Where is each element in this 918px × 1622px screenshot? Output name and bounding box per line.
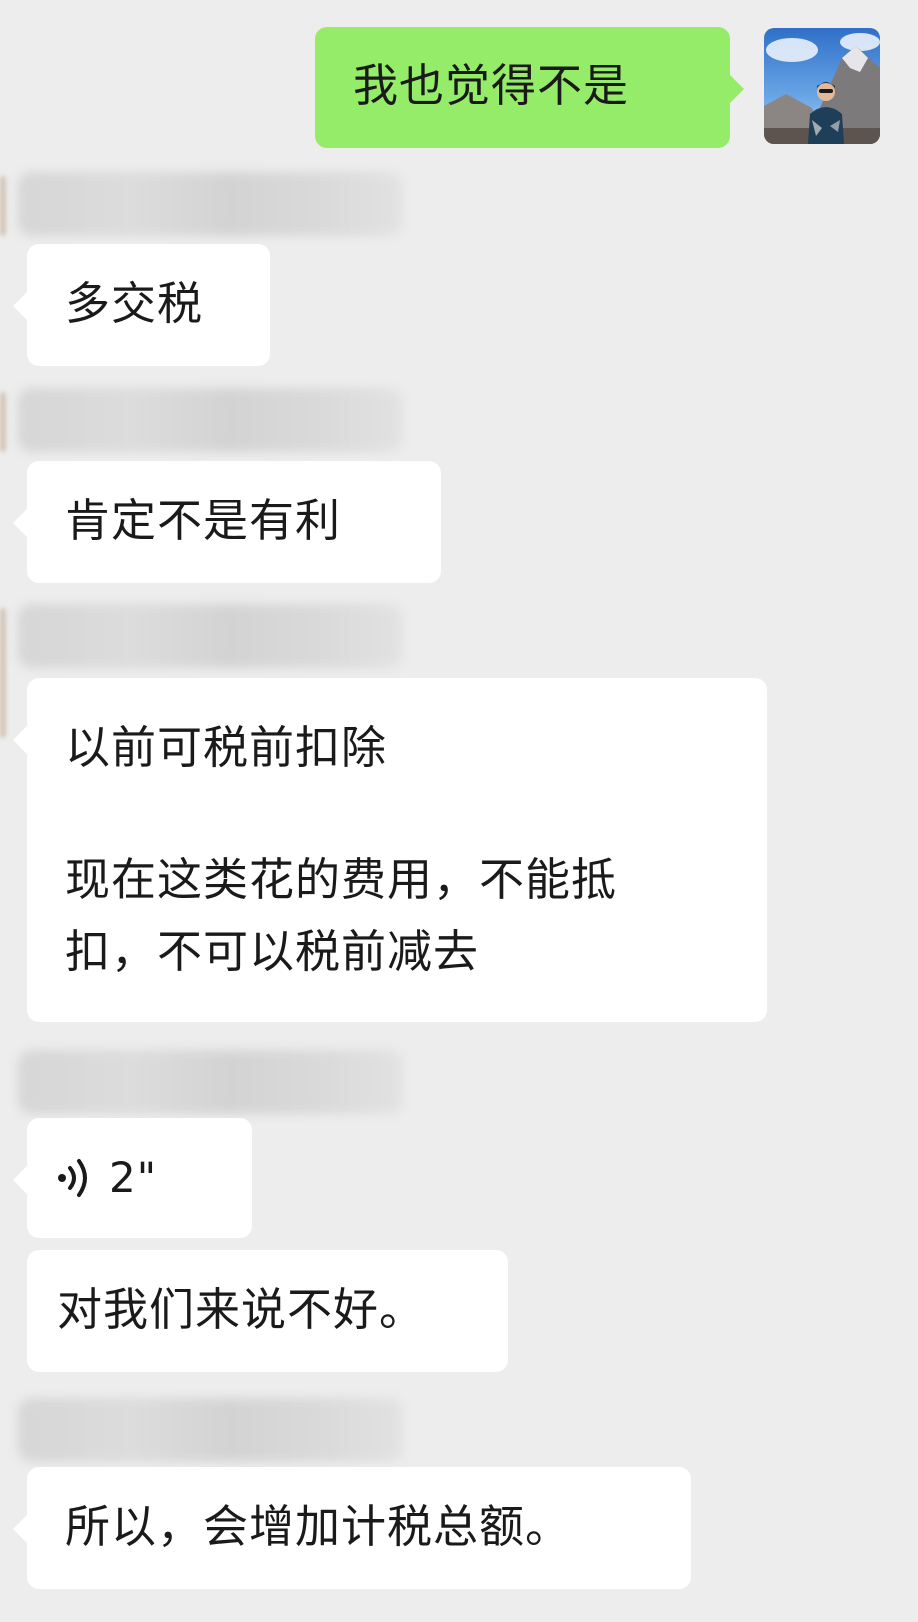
left-edge-decoration bbox=[0, 392, 6, 452]
blurred-sender-name bbox=[18, 1398, 403, 1462]
incoming-message-bubble[interactable]: 所以，会增加计税总额。 bbox=[13, 1467, 691, 1589]
incoming-message-bubble[interactable]: 肯定不是有利 bbox=[13, 461, 441, 583]
chat-conversation: 我也觉得不是 多交税 肯定不是有利 以前可税前扣除 现在这类花的费用，不能抵 扣… bbox=[0, 0, 918, 1622]
message-text: 肯定不是有利 bbox=[65, 494, 342, 547]
incoming-message-bubble[interactable]: 对我们来说不好。 bbox=[27, 1250, 508, 1372]
blurred-sender-name bbox=[18, 1050, 403, 1114]
message-text: 所以，会增加计税总额。 bbox=[65, 1500, 572, 1553]
left-edge-decoration bbox=[0, 608, 6, 738]
message-text-line: 以前可税前扣除 bbox=[65, 721, 388, 774]
message-text: 多交税 bbox=[65, 277, 204, 330]
blurred-sender-name bbox=[18, 604, 403, 668]
blurred-sender-name bbox=[18, 388, 403, 452]
incoming-message-bubble[interactable]: 多交税 bbox=[13, 244, 270, 366]
incoming-message-bubble[interactable]: 以前可税前扣除 现在这类花的费用，不能抵 扣，不可以税前减去 bbox=[13, 678, 767, 1022]
message-text-line: 现在这类花的费用，不能抵 bbox=[65, 853, 618, 906]
message-text: 对我们来说不好。 bbox=[57, 1283, 426, 1336]
left-edge-decoration bbox=[0, 176, 6, 236]
voice-duration: 2" bbox=[109, 1153, 158, 1202]
message-text: 我也觉得不是 bbox=[353, 59, 630, 112]
user-avatar[interactable] bbox=[764, 28, 880, 144]
voice-wave-icon bbox=[58, 1159, 87, 1197]
outgoing-message-bubble[interactable]: 我也觉得不是 bbox=[315, 27, 744, 148]
message-text-line: 扣，不可以税前减去 bbox=[65, 925, 480, 978]
voice-message-content: 2" bbox=[57, 1148, 252, 1208]
voice-message-bubble[interactable]: 2" bbox=[13, 1118, 252, 1238]
blurred-sender-name bbox=[18, 172, 403, 236]
avatar-image bbox=[764, 28, 880, 144]
